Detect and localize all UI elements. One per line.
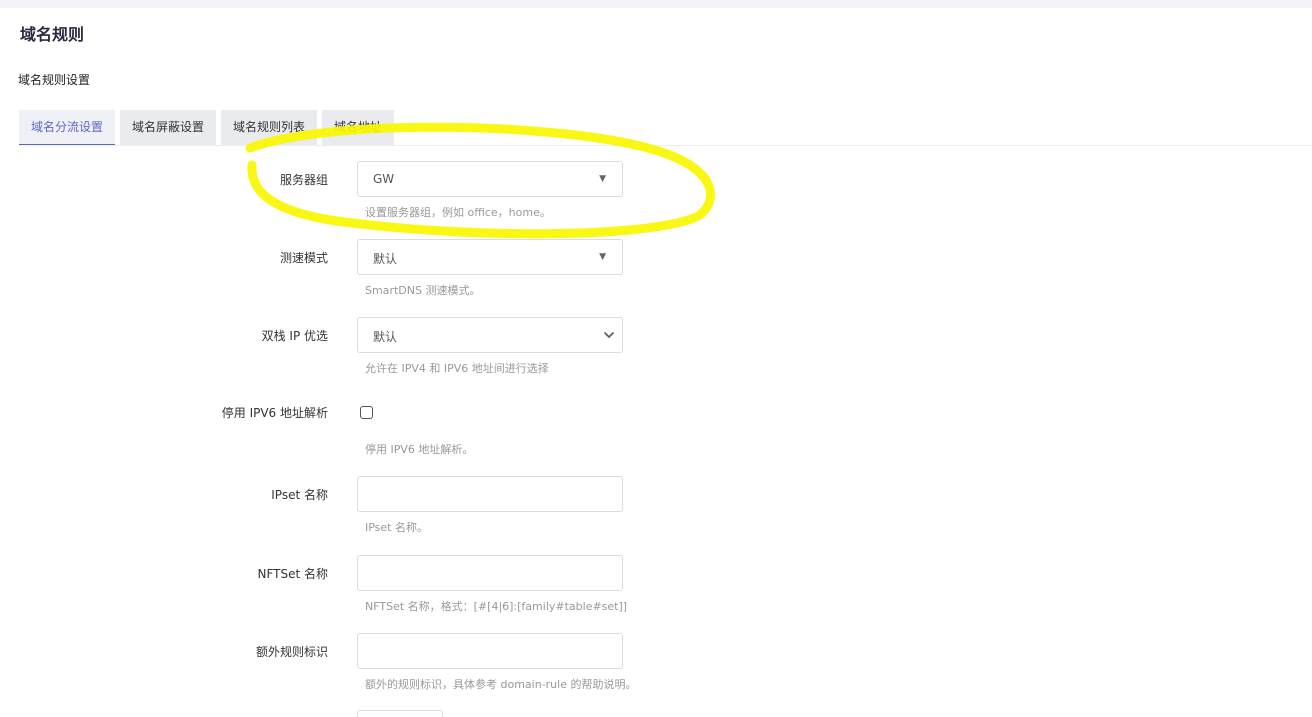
server-group-hint: 设置服务器组，例如 office，home。	[365, 206, 551, 219]
speed-mode-label: 测速模式	[279, 251, 328, 265]
nftset-hint: NFTSet 名称，格式：[#[4|6]:[family#table#set]]	[365, 600, 628, 613]
tab-domain-rule-list[interactable]: 域名规则列表	[221, 110, 318, 146]
partial-control-below[interactable]	[357, 710, 443, 717]
server-group-label: 服务器组	[279, 173, 328, 187]
server-group-value: GW	[373, 172, 395, 186]
tab-domain-blocking[interactable]: 域名屏蔽设置	[120, 110, 217, 146]
highlight-annotation	[245, 122, 715, 239]
page-title: 域名规则	[20, 25, 85, 44]
dualstack-select[interactable]: 默认	[357, 317, 623, 353]
speed-mode-hint: SmartDNS 测速模式。	[365, 284, 481, 297]
tab-bar: 域名分流设置 域名屏蔽设置 域名规则列表 域名地址	[19, 110, 395, 146]
caret-down-icon: ▼	[599, 174, 606, 184]
ipset-label: IPset 名称	[271, 488, 328, 502]
tab-domain-address[interactable]: 域名地址	[322, 110, 395, 146]
extra-rule-label: 额外规则标识	[255, 645, 328, 659]
ipset-hint: IPset 名称。	[365, 521, 428, 534]
disable-ipv6-hint: 停用 IPV6 地址解析。	[365, 443, 474, 456]
ipset-input[interactable]	[357, 476, 623, 512]
speed-mode-select[interactable]: 默认 ▼	[357, 239, 623, 275]
extra-rule-hint: 额外的规则标识，具体参考 domain-rule 的帮助说明。	[365, 678, 637, 691]
caret-down-icon: ▼	[599, 252, 606, 262]
section-title: 域名规则设置	[18, 73, 91, 87]
server-group-select[interactable]: GW ▼	[357, 161, 623, 197]
dualstack-hint: 允许在 IPV4 和 IPV6 地址间进行选择	[365, 362, 549, 375]
dualstack-value: 默认	[373, 330, 398, 344]
top-strip	[0, 0, 1312, 8]
chevron-down-icon	[604, 332, 614, 338]
disable-ipv6-label: 停用 IPV6 地址解析	[221, 406, 328, 420]
nftset-input[interactable]	[357, 555, 623, 591]
tab-domain-routing[interactable]: 域名分流设置	[19, 110, 116, 146]
disable-ipv6-checkbox[interactable]	[360, 406, 373, 419]
nftset-label: NFTSet 名称	[257, 567, 328, 581]
dualstack-label: 双栈 IP 优选	[261, 329, 328, 343]
extra-rule-input[interactable]	[357, 633, 623, 669]
speed-mode-value: 默认	[373, 252, 398, 266]
tab-divider	[19, 145, 1312, 146]
